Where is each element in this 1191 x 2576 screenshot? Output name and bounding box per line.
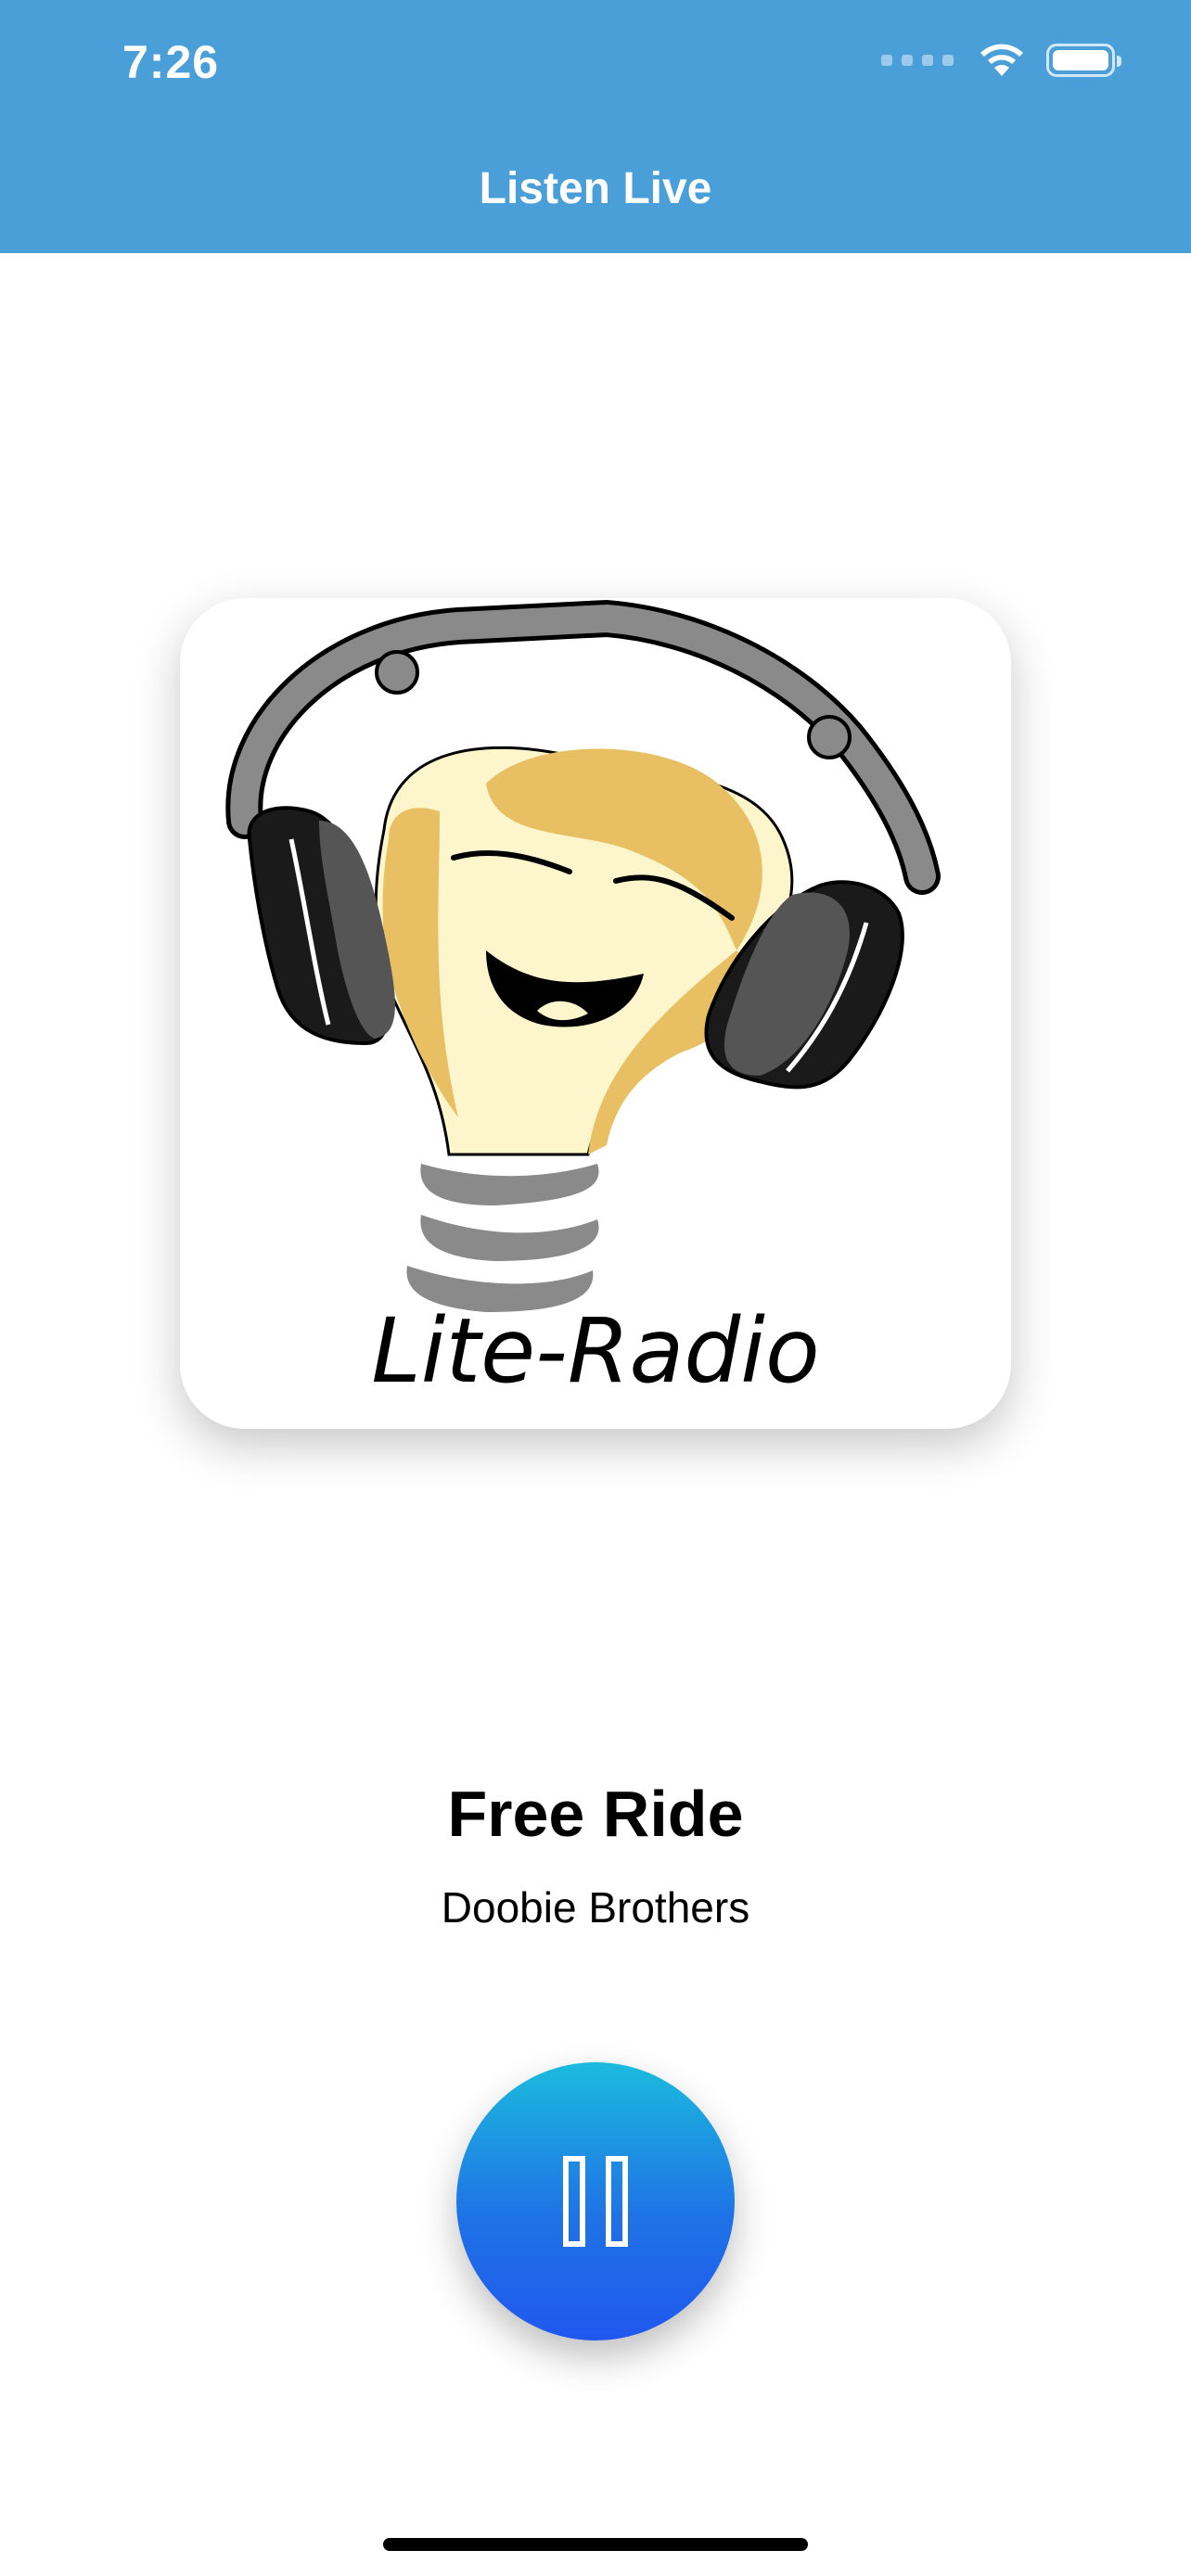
wifi-icon	[980, 44, 1023, 76]
station-artwork: Lite-Radio	[180, 598, 1011, 1429]
pause-button[interactable]	[456, 2062, 735, 2340]
status-time: 7:26	[122, 36, 220, 88]
song-title: Free Ride	[447, 1778, 744, 1850]
pause-icon	[563, 2156, 628, 2247]
page-title: Listen Live	[479, 164, 712, 213]
logo-text: Lite-Radio	[371, 1299, 819, 1403]
status-indicators	[881, 43, 1121, 78]
home-indicator[interactable]	[383, 2538, 808, 2551]
song-artist: Doobie Brothers	[441, 1883, 750, 1932]
lightbulb-headphones-logo: Lite-Radio	[225, 599, 941, 1403]
cellular-signal-icon	[881, 55, 954, 66]
battery-icon	[1046, 44, 1121, 77]
nav-header: 7:26 Listen Live	[0, 0, 1191, 253]
